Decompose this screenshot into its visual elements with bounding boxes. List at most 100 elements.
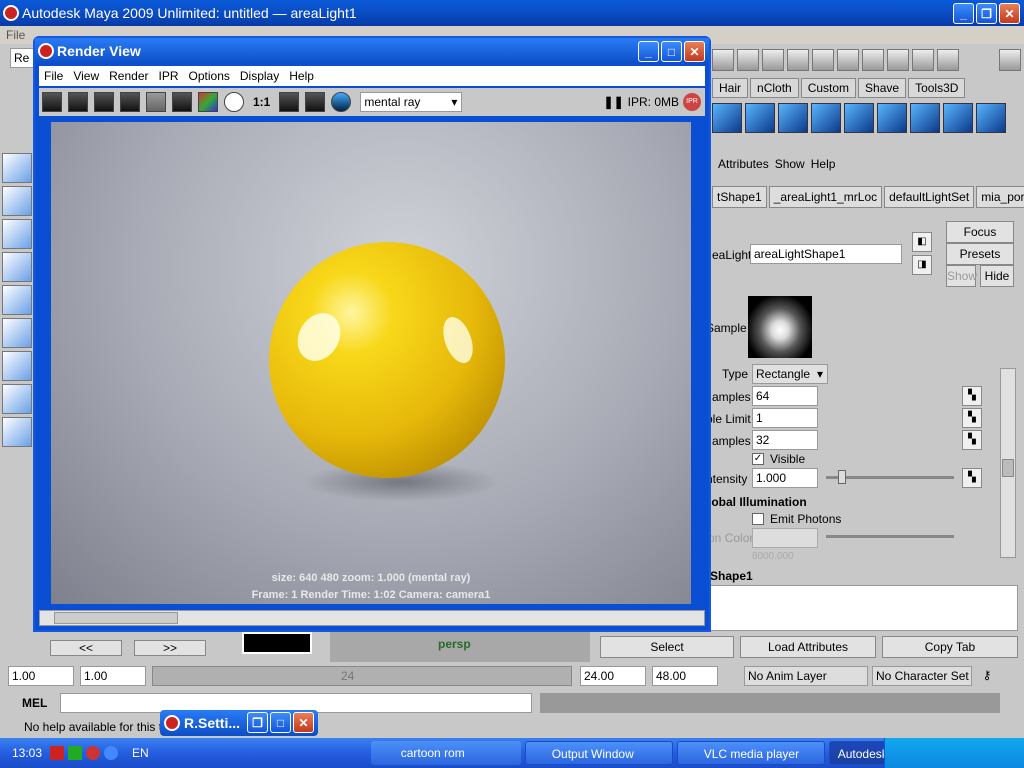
language-indicator[interactable]: EN <box>132 746 149 760</box>
soft-mod-tool-icon[interactable] <box>2 384 32 414</box>
mel-label[interactable]: MEL <box>22 696 47 710</box>
ae-menu-attributes[interactable]: Attributes <box>718 157 769 171</box>
shelf-tool-4[interactable] <box>811 103 841 133</box>
presets-button[interactable]: Presets <box>946 243 1014 265</box>
emit-photons-checkbox[interactable]: Emit Photons <box>752 512 841 526</box>
input-connections-icon[interactable]: ◧ <box>912 232 932 252</box>
load-attributes-button[interactable]: Load Attributes <box>740 636 876 658</box>
rgb-channel-icon[interactable] <box>198 92 218 112</box>
ae-tab-mia[interactable]: mia_por <box>976 186 1024 208</box>
clapper-icon[interactable] <box>812 49 834 71</box>
prev-button[interactable]: << <box>50 640 122 656</box>
rv-menu-view[interactable]: View <box>73 69 99 83</box>
clapper-icon[interactable] <box>912 49 934 71</box>
intensity-slider-handle[interactable] <box>838 470 846 484</box>
photon-color-slider[interactable] <box>826 535 954 538</box>
render-settings-icon[interactable] <box>172 92 192 112</box>
tab-hair[interactable]: Hair <box>712 78 749 98</box>
refresh-ipr-icon[interactable] <box>146 92 166 112</box>
rv-menu-file[interactable]: File <box>44 69 63 83</box>
ae-tab-shape[interactable]: tShape1 <box>712 186 767 208</box>
shelf-icon-1[interactable] <box>712 49 734 71</box>
system-tray[interactable] <box>884 738 1024 768</box>
range-slider[interactable]: 24 <box>152 666 572 686</box>
move-tool-icon[interactable] <box>2 252 32 282</box>
visible-checkbox[interactable]: ✓ Visible <box>752 452 805 466</box>
rv-menu-help[interactable]: Help <box>289 69 314 83</box>
snapshot-icon[interactable] <box>94 92 114 112</box>
paint-select-tool-icon[interactable] <box>2 219 32 249</box>
limit-field[interactable]: 1 <box>752 408 818 428</box>
anim-layer-dropdown[interactable]: No Anim Layer <box>744 666 868 686</box>
focus-button[interactable]: Focus <box>946 221 1014 243</box>
character-set-dropdown[interactable]: No Character Set <box>872 666 972 686</box>
range-end2-field[interactable]: 48.00 <box>652 666 718 686</box>
tab-custom[interactable]: Custom <box>800 78 857 98</box>
photon-color-swatch[interactable] <box>752 528 818 548</box>
mode-select[interactable]: Re <box>10 48 34 68</box>
ae-tab-mrloc[interactable]: _areaLight1_mrLoc <box>768 186 883 208</box>
show-button[interactable]: Show <box>946 265 977 287</box>
maximize-icon[interactable]: □ <box>661 41 682 62</box>
clapper-icon[interactable] <box>862 49 884 71</box>
range-end-field[interactable]: 24.00 <box>580 666 646 686</box>
render-region-icon[interactable] <box>68 92 88 112</box>
taskbar-task-output[interactable]: Output Window <box>524 741 673 765</box>
close-icon[interactable]: ✕ <box>999 3 1020 24</box>
ipr-icon[interactable]: IPR <box>683 93 701 111</box>
render-settings-minimized-window[interactable]: R.Setti... ❐ □ ✕ <box>160 710 318 736</box>
viewport-panel[interactable]: persp <box>330 632 590 662</box>
range-start-field[interactable]: 1.00 <box>8 666 74 686</box>
rv-menu-render[interactable]: Render <box>109 69 148 83</box>
restore-icon[interactable]: ❐ <box>247 712 268 733</box>
manipulator-tool-icon[interactable] <box>2 351 32 381</box>
map-button-icon[interactable]: ▚ <box>962 430 982 450</box>
select-tool-icon[interactable] <box>2 153 32 183</box>
show-manip-tool-icon[interactable] <box>2 417 32 447</box>
clapper-icon[interactable] <box>887 49 909 71</box>
shelf-tool-7[interactable] <box>910 103 940 133</box>
shelf-icon-10[interactable] <box>937 49 959 71</box>
shelf-icon-2[interactable] <box>737 49 759 71</box>
remove-image-icon[interactable] <box>305 92 326 112</box>
shelf-tool-2[interactable] <box>745 103 775 133</box>
renderer-dropdown[interactable]: mental ray ▾ <box>360 92 463 112</box>
clapper-icon[interactable] <box>837 49 859 71</box>
shelf-tool-6[interactable] <box>877 103 907 133</box>
ratio-button[interactable]: 1:1 <box>253 95 270 109</box>
trash-icon[interactable] <box>999 49 1021 71</box>
rotate-tool-icon[interactable] <box>2 285 32 315</box>
menu-file[interactable]: File <box>6 28 25 42</box>
ae-scrollbar[interactable] <box>1000 368 1016 558</box>
pause-icon[interactable]: ❚❚ <box>604 95 624 109</box>
rv-menu-display[interactable]: Display <box>240 69 279 83</box>
notes-field[interactable] <box>710 585 1018 631</box>
render-view-hscrollbar[interactable] <box>39 610 705 626</box>
tab-ncloth[interactable]: nCloth <box>750 78 799 98</box>
range-start2-field[interactable]: 1.00 <box>80 666 146 686</box>
quicklaunch-icon-1[interactable] <box>50 746 65 760</box>
shelf-icon-3[interactable] <box>762 49 784 71</box>
render-image-viewport[interactable]: size: 640 480 zoom: 1.000 (mental ray) F… <box>51 122 691 604</box>
render-view-title-bar[interactable]: Render View _ □ ✕ <box>35 38 709 64</box>
close-icon[interactable]: ✕ <box>684 41 705 62</box>
select-button[interactable]: Select <box>600 636 734 658</box>
samples-field[interactable]: 64 <box>752 386 818 406</box>
play-icon[interactable] <box>68 746 83 760</box>
intensity-field[interactable]: 1.000 <box>752 468 818 488</box>
restore-icon[interactable]: ❐ <box>976 3 997 24</box>
maximize-icon[interactable]: □ <box>270 712 291 733</box>
keep-image-icon[interactable] <box>279 92 300 112</box>
type-dropdown[interactable]: Rectangle ▾ <box>752 364 828 384</box>
taskbar-task-vlc[interactable]: VLC media player <box>676 741 825 765</box>
scale-tool-icon[interactable] <box>2 318 32 348</box>
tab-shave[interactable]: Shave <box>858 78 907 98</box>
quicklaunch-icon-3[interactable] <box>86 746 101 760</box>
samples2-field[interactable]: 32 <box>752 430 818 450</box>
shelf-icon-4[interactable] <box>787 49 809 71</box>
copy-tab-button[interactable]: Copy Tab <box>882 636 1018 658</box>
tab-tools3d[interactable]: Tools3D <box>908 78 966 98</box>
map-button-icon[interactable]: ▚ <box>962 468 982 488</box>
gi-section-header[interactable]: lobal Illumination <box>708 495 807 509</box>
ae-menu-help[interactable]: Help <box>811 157 836 171</box>
